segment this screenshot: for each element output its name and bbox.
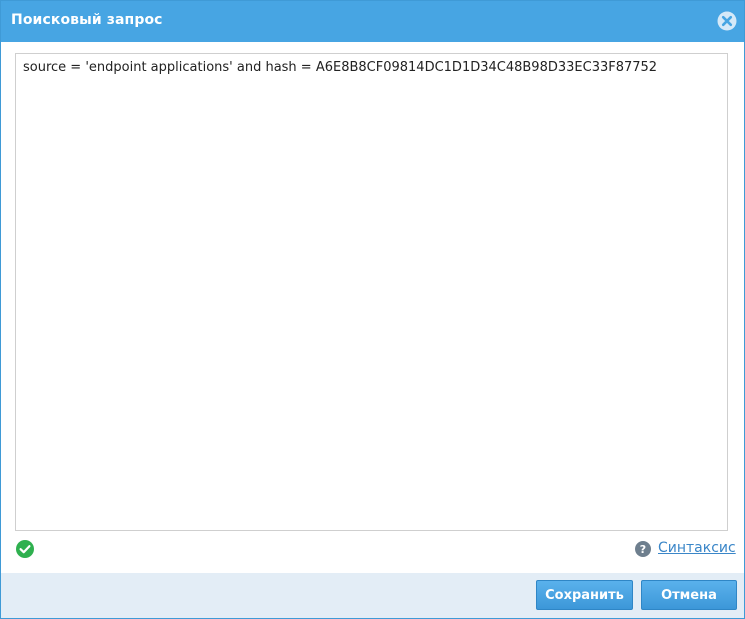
dialog-body: ? Синтаксис [1,42,744,573]
dialog-footer: Сохранить Отмена [1,573,744,618]
close-icon[interactable] [717,11,737,31]
query-textarea[interactable] [15,53,728,531]
cancel-button[interactable]: Отмена [641,580,737,610]
question-circle-icon[interactable]: ? [635,541,651,557]
dialog-title: Поисковый запрос [11,12,163,28]
dialog-titlebar: Поисковый запрос [1,1,744,42]
syntax-link[interactable]: Синтаксис [658,540,736,556]
search-query-dialog: Поисковый запрос ? Синтаксис Сохранить О… [0,0,745,619]
check-circle-icon [16,540,34,558]
save-button[interactable]: Сохранить [536,580,633,610]
svg-text:?: ? [640,543,646,556]
